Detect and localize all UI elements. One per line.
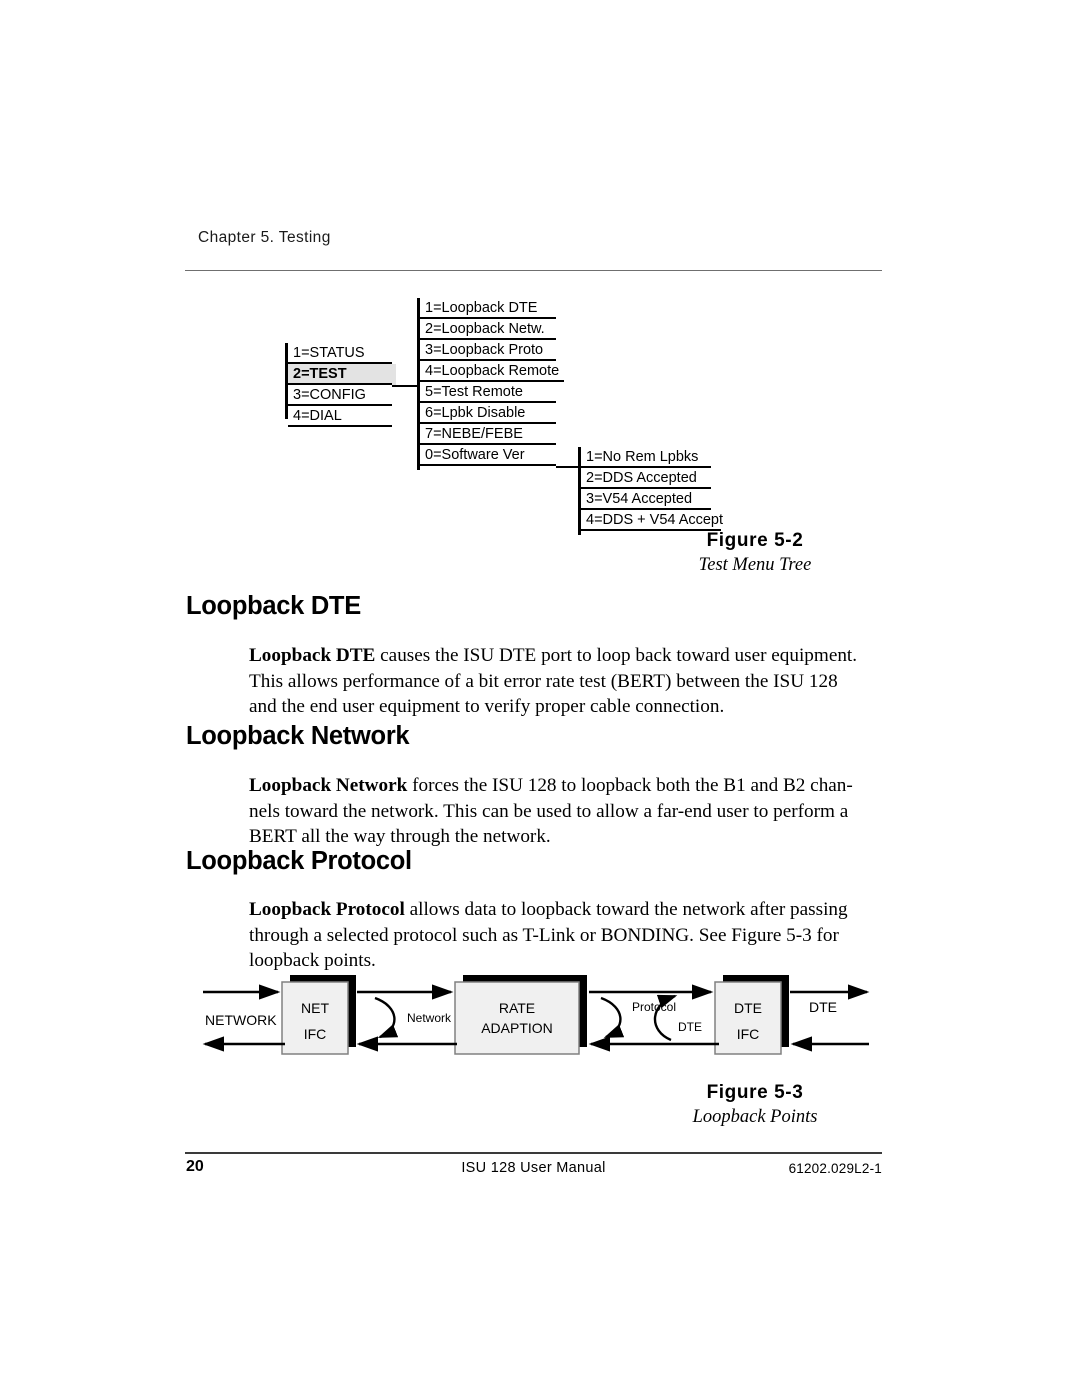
label-rate-line1: RATE [499,1000,535,1016]
figure-5-3-title: Loopback Points [692,1107,818,1127]
main-menu-item-1-label: 1=STATUS [293,345,365,361]
test-submenu-item-5[interactable]: 5=Test Remote [420,382,560,403]
header-divider [185,270,882,271]
protocol-loopback-arc [600,996,625,1039]
footer-manual-title: ISU 128 User Manual [461,1160,606,1176]
test-submenu-item-8[interactable]: 0=Software Ver [420,445,560,466]
main-menu-item-3-label: 3=CONFIG [293,387,366,403]
remote-submenu-item-3[interactable]: 3=V54 Accepted [581,489,715,510]
label-rate-line2: ADAPTION [481,1020,553,1036]
test-submenu-item-8-label: 0=Software Ver [425,447,525,463]
section-heading-loopback-protocol: Loopback Protocol [186,847,412,875]
main-menu-item-4-label: 4=DIAL [293,408,342,424]
remote-submenu-item-1-label: 1=No Rem Lpbks [586,449,699,465]
test-submenu-item-1-label: 1=Loopback DTE [425,300,538,316]
section-heading-loopback-dte: Loopback DTE [186,592,361,620]
test-submenu-item-7[interactable]: 7=NEBE/FEBE [420,424,560,445]
section-body-loopback-dte: Loopback DTE causes the ISU DTE port to … [249,643,864,720]
test-submenu-item-3[interactable]: 3=Loopback Proto [420,340,560,361]
figure-5-2-title: Test Menu Tree [698,555,812,575]
footer-document-number: 61202.029L2-1 [788,1161,882,1176]
section-body-loopback-dte-lead: Loopback DTE [249,645,376,666]
test-submenu-item-6-label: 6=Lpbk Disable [425,405,526,421]
connector-test-to-submenu [392,385,420,387]
figure-5-3-number: Figure 5-3 [706,1082,804,1103]
rate-adaption-box [454,981,580,1055]
main-menu-item-2-label: 2=TEST [293,366,347,382]
remote-submenu-item-1[interactable]: 1=No Rem Lpbks [581,447,715,468]
label-dte-side: DTE [809,999,837,1015]
test-submenu-item-5-label: 5=Test Remote [425,384,523,400]
remote-submenu-item-4[interactable]: 4=DDS + V54 Accept [581,510,725,531]
network-loopback-arc [374,996,399,1039]
remote-submenu-item-2-label: 2=DDS Accepted [586,470,697,486]
section-body-loopback-protocol-lead: Loopback Protocol [249,899,405,920]
label-network-loopback: Network [407,1011,452,1025]
net-ifc-box [281,981,349,1055]
main-menu-item-2[interactable]: 2=TEST [288,364,396,385]
label-dte-ifc-line2: IFC [737,1026,760,1042]
main-menu-item-3[interactable]: 3=CONFIG [288,385,396,406]
remote-submenu-item-4-label: 4=DDS + V54 Accept [586,512,724,528]
dte-ifc-box [714,981,782,1055]
section-heading-loopback-network: Loopback Network [186,722,410,750]
figure-5-2-caption: Figure 5-2 Test Menu Tree [630,530,880,576]
document-page: Chapter 5. Testing 1=STATUS 2=TEST 3=CON… [0,0,1080,1397]
test-submenu-item-8-underline [420,464,556,466]
label-network-side: NETWORK [205,1012,277,1028]
section-body-loopback-network: Loopback Network forces the ISU 128 to l… [249,773,864,850]
figure-5-2-number: Figure 5-2 [706,530,804,551]
main-menu-item-4-underline [288,425,392,427]
label-dte-loopback: DTE [678,1020,702,1034]
figure-5-3-caption: Figure 5-3 Loopback Points [630,1082,880,1128]
test-submenu-item-4-label: 4=Loopback Remote [425,363,560,379]
section-body-loopback-protocol: Loopback Protocol allows data to loopbac… [249,897,864,974]
main-menu-item-1[interactable]: 1=STATUS [288,343,396,364]
remote-submenu-item-2[interactable]: 2=DDS Accepted [581,468,715,489]
test-submenu-item-2-label: 2=Loopback Netw. [425,321,545,337]
test-submenu-item-4[interactable]: 4=Loopback Remote [420,361,568,382]
label-dte-ifc-line1: DTE [734,1000,762,1016]
label-net-ifc-line1: NET [301,1000,329,1016]
test-menu-tree-figure: 1=STATUS 2=TEST 3=CONFIG 4=DIAL 1=Loopba… [185,285,885,540]
test-submenu-item-6[interactable]: 6=Lpbk Disable [420,403,560,424]
footer-divider [185,1152,882,1154]
label-net-ifc-line2: IFC [304,1026,327,1042]
test-submenu-item-1[interactable]: 1=Loopback DTE [420,298,560,319]
loopback-points-svg: NETWORK NET IFC Network RATE ADAPTION Pr… [202,975,870,1055]
loopback-points-diagram: NETWORK NET IFC Network RATE ADAPTION Pr… [185,965,885,1075]
chapter-header: Chapter 5. Testing [198,229,331,246]
test-submenu-item-7-label: 7=NEBE/FEBE [425,426,523,442]
remote-submenu-item-3-label: 3=V54 Accepted [586,491,693,507]
test-submenu-item-3-label: 3=Loopback Proto [425,342,544,358]
test-submenu-item-2[interactable]: 2=Loopback Netw. [420,319,560,340]
label-protocol-loopback: Protocol [632,1000,676,1014]
main-menu-item-4[interactable]: 4=DIAL [288,406,396,427]
section-body-loopback-network-lead: Loopback Network [249,775,408,796]
